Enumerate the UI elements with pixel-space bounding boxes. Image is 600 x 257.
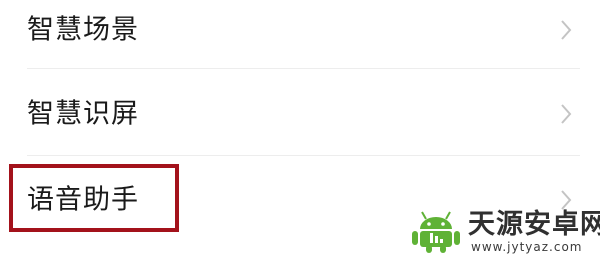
settings-item-label: 智慧场景 [27, 14, 139, 46]
divider [27, 68, 580, 69]
chevron-right-icon [561, 20, 572, 40]
settings-item-smart-screen-recognition[interactable]: 智慧识屏 [0, 84, 600, 144]
settings-item-label: 智慧识屏 [27, 98, 139, 130]
android-robot-icon [412, 211, 460, 253]
divider [27, 155, 580, 156]
highlight-box [9, 164, 179, 232]
settings-page: 智慧场景 智慧识屏 语音助手 天源安卓网 www.jytyaz.com [0, 0, 600, 257]
watermark-url: www.jytyaz.com [471, 240, 583, 254]
chevron-right-icon [561, 104, 572, 124]
watermark-name: 天源安卓网 [468, 209, 600, 240]
watermark: 天源安卓网 www.jytyaz.com [408, 207, 600, 255]
settings-item-smart-scene[interactable]: 智慧场景 [0, 0, 600, 60]
